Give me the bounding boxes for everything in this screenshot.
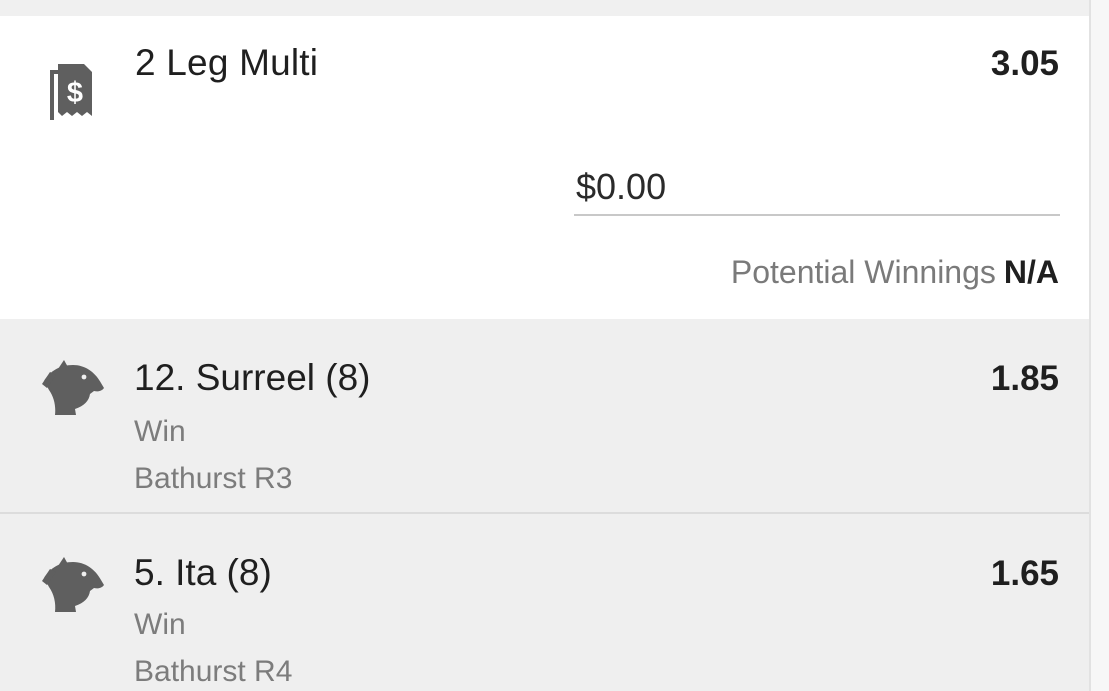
right-edge-scrollbar[interactable] [1089, 0, 1109, 691]
leg-runner-name: 12. Surreel (8) [134, 357, 371, 398]
stake-input[interactable]: $0.00 [574, 158, 1060, 216]
leg-bet-type: Win [134, 415, 186, 448]
leg-odds: 1.85 [990, 359, 1059, 398]
leg-bet-type: Win [134, 608, 186, 641]
stake-value: $0.00 [576, 166, 667, 207]
leg-venue: Bathurst R3 [134, 462, 293, 495]
horse-head-icon [42, 360, 104, 415]
leg-venue: Bathurst R4 [134, 655, 293, 688]
horse-head-icon [42, 557, 104, 612]
bet-slip-dollar-icon: $ [50, 64, 92, 120]
potential-winnings: Potential Winnings N/A [731, 254, 1059, 291]
multi-leg-row[interactable]: 5. Ita (8) Win Bathurst R4 1.65 [0, 514, 1089, 691]
multi-odds: 3.05 [990, 44, 1059, 83]
leg-odds: 1.65 [990, 554, 1059, 593]
potential-winnings-value: N/A [1003, 254, 1059, 290]
multi-title: 2 Leg Multi [135, 42, 319, 83]
svg-text:$: $ [67, 77, 83, 109]
leg-runner-name: 5. Ita (8) [134, 552, 272, 593]
multi-bet-card: $ 2 Leg Multi 3.05 $0.00 Potential Winni… [0, 16, 1089, 319]
potential-winnings-label: Potential Winnings [730, 254, 996, 290]
multi-leg-row[interactable]: 12. Surreel (8) Win Bathurst R3 1.85 [0, 319, 1089, 514]
